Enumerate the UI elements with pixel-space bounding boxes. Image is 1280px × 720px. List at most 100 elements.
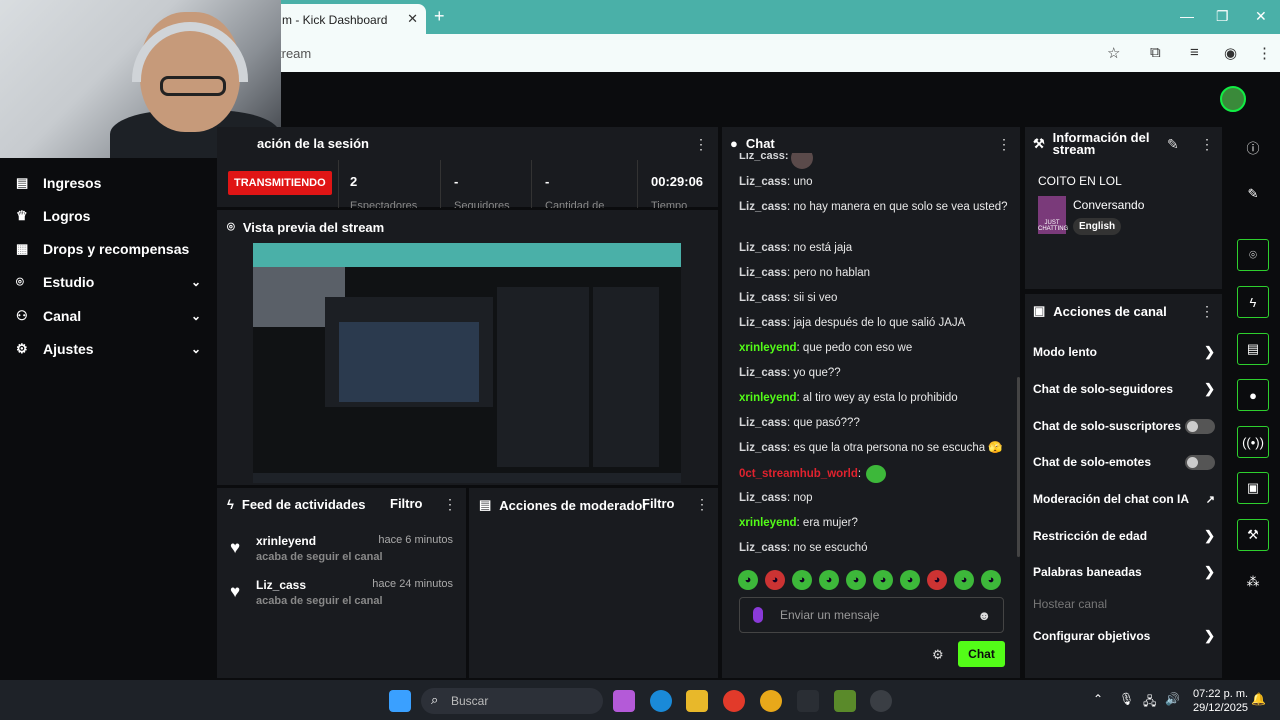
sidebar-item-ajustes[interactable]: ⚙ Ajustes ⌄ — [16, 336, 201, 362]
url-field[interactable]: tream — [278, 46, 311, 61]
browser-menu-icon[interactable]: ⋮ — [1257, 44, 1272, 62]
action-moderacion-ia[interactable]: Moderación del chat con IA ↗ — [1033, 489, 1215, 509]
action-configurar-objetivos[interactable]: Configurar objetivos ❯ — [1033, 626, 1215, 646]
new-tab-button[interactable]: + — [434, 6, 445, 27]
stream-preview-video[interactable] — [253, 243, 681, 483]
chevron-down-icon[interactable]: ⌄ — [191, 309, 201, 323]
action-solo-seguidores[interactable]: Chat de solo-seguidores ❯ — [1033, 379, 1215, 399]
chat-username[interactable]: Liz_cass — [739, 242, 787, 254]
emote-icon[interactable]: ◕ — [873, 570, 893, 590]
chat-username[interactable]: 0ct_streamhub_world — [739, 468, 858, 480]
network-icon[interactable]: 🖧 — [1143, 692, 1156, 713]
chevron-down-icon[interactable]: ⌄ — [191, 342, 201, 356]
chat-scrollbar[interactable] — [1017, 377, 1020, 557]
stream-info-icon[interactable]: ⚒ — [1237, 519, 1269, 551]
emote-icon[interactable]: ◕ — [927, 570, 947, 590]
media-control-icon[interactable]: ≡ — [1190, 44, 1199, 61]
emoji-icon[interactable]: ☻ — [977, 608, 991, 623]
filter-button[interactable]: Filtro — [390, 496, 423, 511]
emote-icon[interactable]: ◕ — [765, 570, 785, 590]
file-explorer-icon[interactable] — [686, 690, 708, 712]
more-options-icon[interactable]: ⋮ — [997, 136, 1011, 153]
minecraft-icon[interactable] — [834, 690, 856, 712]
minimize-icon[interactable]: — — [1180, 8, 1194, 24]
app-icon[interactable] — [760, 690, 782, 712]
chat-username[interactable]: Liz_cass — [739, 317, 787, 329]
edit-icon[interactable]: ✎ — [1237, 178, 1269, 210]
follower-name[interactable]: xrinleyend — [256, 534, 316, 548]
bookmark-star-icon[interactable]: ☆ — [1107, 44, 1120, 62]
taskbar-search[interactable]: ⌕ Buscar — [421, 688, 603, 714]
info-icon[interactable]: ⓘ — [1237, 131, 1269, 163]
sidebar-item-canal[interactable]: ⚇ Canal ⌄ — [16, 303, 201, 329]
close-window-icon[interactable]: ✕ — [1255, 8, 1267, 25]
edit-icon[interactable]: ✎ — [1167, 136, 1179, 153]
emote-icon[interactable]: ◕ — [819, 570, 839, 590]
moderator-log-icon[interactable]: ▤ — [1237, 333, 1269, 365]
subscribers-only-toggle[interactable] — [1185, 418, 1215, 434]
chat-username[interactable]: Liz_cass — [739, 267, 787, 279]
extensions-icon[interactable]: ⧉ — [1150, 44, 1161, 61]
follower-name[interactable]: Liz_cass — [256, 578, 306, 592]
filter-button[interactable]: Filtro — [642, 496, 675, 511]
more-options-icon[interactable]: ⋮ — [1200, 303, 1214, 320]
activity-feed-icon[interactable]: ϟ — [1237, 286, 1269, 318]
chat-message: Liz_cass: nop — [739, 490, 1009, 506]
volume-icon[interactable]: 🔊 — [1165, 692, 1180, 706]
edge-icon[interactable] — [650, 690, 672, 712]
chat-username[interactable]: Liz_cass — [739, 176, 787, 188]
layout-icon[interactable]: ⁂ — [1237, 566, 1269, 598]
chat-username[interactable]: Liz_cass — [739, 367, 787, 379]
more-options-icon[interactable]: ⋮ — [694, 136, 708, 153]
profile-icon[interactable]: ◉ — [1224, 44, 1237, 62]
send-chat-button[interactable]: Chat — [958, 641, 1005, 667]
emote-icon[interactable]: ◕ — [981, 570, 1001, 590]
microphone-icon[interactable]: 🎙 — [1119, 692, 1134, 706]
microphone-icon[interactable] — [753, 607, 763, 623]
emote-icon[interactable]: ◕ — [846, 570, 866, 590]
tab-kick-dashboard[interactable]: m - Kick Dashboard ✕ — [272, 4, 426, 34]
user-avatar[interactable] — [1220, 86, 1246, 112]
sidebar-item-drops[interactable]: ▦ Drops y recompensas — [16, 236, 201, 262]
channel-actions-icon[interactable]: ▣ — [1237, 472, 1269, 504]
emote-icon[interactable]: ◕ — [900, 570, 920, 590]
chat-username[interactable]: Liz_cass — [739, 542, 787, 554]
chat-username[interactable]: xrinleyend — [739, 517, 797, 529]
action-palabras-baneadas[interactable]: Palabras baneadas ❯ — [1033, 562, 1215, 582]
chat-username[interactable]: Liz_cass — [739, 492, 787, 504]
more-options-icon[interactable]: ⋮ — [1200, 136, 1214, 153]
chat-message-input[interactable]: Enviar un mensaje ☻ — [739, 597, 1004, 633]
emote-icon[interactable]: ◕ — [954, 570, 974, 590]
sidebar-item-ingresos[interactable]: ▤ Ingresos — [16, 170, 201, 196]
action-modo-lento[interactable]: Modo lento ❯ — [1033, 342, 1215, 362]
copilot-icon[interactable] — [613, 690, 635, 712]
system-clock[interactable]: 07:22 p. m. 29/12/2025 — [1193, 687, 1248, 715]
emotes-only-toggle[interactable] — [1185, 454, 1215, 470]
more-options-icon[interactable]: ⋮ — [695, 496, 709, 513]
sidebar-item-logros[interactable]: ♛ Logros — [16, 203, 201, 229]
preview-toggle-icon[interactable]: ⌾ — [1237, 239, 1269, 271]
chat-username[interactable]: Liz_cass — [739, 417, 787, 429]
chat-username[interactable]: Liz_cass — [739, 292, 787, 304]
chat-settings-icon[interactable]: ⚙ — [932, 647, 944, 663]
notifications-icon[interactable]: 🔔 — [1251, 692, 1266, 706]
tab-close-icon[interactable]: ✕ — [407, 11, 418, 27]
app-icon[interactable] — [797, 690, 819, 712]
chat-icon[interactable]: ● — [1237, 379, 1269, 411]
chat-username[interactable]: xrinleyend — [739, 392, 797, 404]
chat-username[interactable]: Liz_cass — [739, 201, 787, 213]
chrome-icon[interactable] — [723, 690, 745, 712]
sidebar-item-estudio[interactable]: ⌾ Estudio ⌄ — [16, 269, 201, 295]
more-options-icon[interactable]: ⋮ — [443, 496, 457, 513]
maximize-icon[interactable]: ❐ — [1216, 8, 1229, 25]
chat-username[interactable]: Liz_cass — [739, 442, 787, 454]
chevron-up-icon[interactable]: ⌃ — [1093, 692, 1103, 706]
emote-icon[interactable]: ◕ — [738, 570, 758, 590]
emote-icon[interactable]: ◕ — [792, 570, 812, 590]
windows-start-icon[interactable] — [389, 690, 411, 712]
broadcast-icon[interactable]: ((•)) — [1237, 426, 1269, 458]
chevron-down-icon[interactable]: ⌄ — [191, 275, 201, 289]
chat-username[interactable]: xrinleyend — [739, 342, 797, 354]
action-restriccion-edad[interactable]: Restricción de edad ❯ — [1033, 526, 1215, 546]
obs-icon[interactable] — [870, 690, 892, 712]
